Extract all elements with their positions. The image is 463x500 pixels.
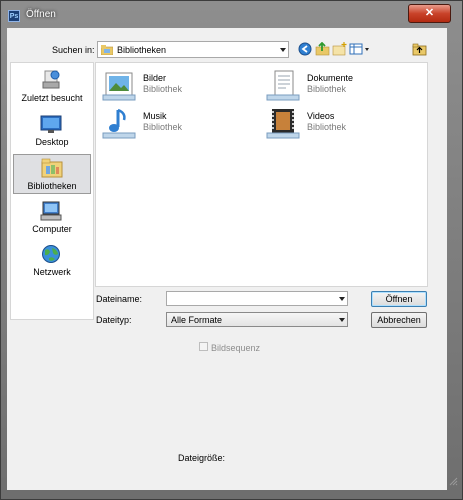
file-name: Dokumente bbox=[307, 73, 354, 83]
documents-library-icon bbox=[266, 70, 300, 102]
network-icon bbox=[40, 244, 62, 264]
file-name: Bilder bbox=[143, 73, 167, 83]
computer-icon bbox=[40, 201, 62, 221]
resize-grip-icon[interactable] bbox=[448, 476, 458, 486]
chevron-down-icon bbox=[339, 296, 345, 301]
place-label-network: Netzwerk bbox=[33, 267, 71, 277]
place-label-desktop: Desktop bbox=[35, 137, 69, 147]
close-button[interactable]: ✕ bbox=[408, 4, 451, 23]
filename-input[interactable] bbox=[166, 291, 348, 306]
lookin-value: Bibliotheken bbox=[117, 45, 167, 55]
back-icon[interactable] bbox=[298, 42, 314, 56]
lookin-dropdown[interactable]: Bibliotheken bbox=[97, 41, 289, 58]
pictures-library-icon bbox=[102, 70, 136, 102]
filename-label: Dateiname: bbox=[96, 294, 143, 304]
up-folder-icon[interactable] bbox=[315, 41, 331, 56]
filesize-label: Dateigröße: bbox=[178, 453, 226, 463]
title-bar[interactable]: Ps Öffnen ✕ bbox=[1, 1, 462, 27]
place-recent[interactable]: Zuletzt besucht bbox=[13, 67, 91, 107]
close-icon: ✕ bbox=[424, 7, 435, 19]
file-name: Musik bbox=[143, 111, 167, 121]
places-bar: Zuletzt besucht Desktop Bibliotheken Com… bbox=[10, 62, 94, 320]
file-name: Videos bbox=[307, 111, 335, 121]
place-libraries[interactable]: Bibliotheken bbox=[13, 154, 91, 194]
place-label-computer: Computer bbox=[32, 224, 72, 234]
list-item-musik[interactable]: Musik Bibliothek bbox=[102, 108, 242, 140]
file-type: Bibliothek bbox=[143, 122, 183, 132]
filetype-value: Alle Formate bbox=[171, 315, 223, 325]
new-folder-icon[interactable] bbox=[332, 42, 348, 56]
library-folder-icon bbox=[100, 45, 114, 56]
view-menu-icon[interactable] bbox=[349, 42, 371, 56]
place-label-libraries: Bibliotheken bbox=[27, 181, 77, 191]
desktop-icon bbox=[40, 114, 62, 134]
chevron-down-icon bbox=[339, 317, 345, 322]
place-label-recent: Zuletzt besucht bbox=[21, 93, 83, 103]
list-item-dokumente[interactable]: Dokumente Bibliothek bbox=[266, 70, 406, 102]
music-library-icon bbox=[102, 108, 136, 140]
filetype-label: Dateityp: bbox=[96, 315, 132, 325]
file-type: Bibliothek bbox=[307, 84, 347, 94]
file-type: Bibliothek bbox=[307, 122, 347, 132]
sequence-checkbox[interactable] bbox=[199, 342, 208, 351]
libraries-icon bbox=[41, 158, 63, 178]
videos-library-icon bbox=[266, 108, 300, 140]
chevron-down-icon bbox=[280, 47, 286, 52]
place-desktop[interactable]: Desktop bbox=[13, 111, 91, 151]
cancel-button[interactable]: Abbrechen bbox=[371, 312, 427, 328]
recent-places-icon bbox=[40, 70, 62, 90]
file-type: Bibliothek bbox=[143, 84, 183, 94]
open-button[interactable]: Öffnen bbox=[371, 291, 427, 307]
file-list: Bilder Bibliothek Dokumente Bibliothek M… bbox=[95, 62, 428, 287]
lookin-label: Suchen in: bbox=[52, 45, 95, 55]
place-network[interactable]: Netzwerk bbox=[13, 241, 91, 281]
filetype-dropdown[interactable]: Alle Formate bbox=[166, 312, 348, 327]
window-title: Öffnen bbox=[26, 9, 56, 20]
desktop-folder-icon[interactable] bbox=[412, 42, 428, 56]
list-item-videos[interactable]: Videos Bibliothek bbox=[266, 108, 406, 140]
sequence-label: Bildsequenz bbox=[211, 343, 261, 353]
dialog-body: Suchen in: Bibliotheken Zuletzt besucht bbox=[7, 28, 447, 490]
list-item-bilder[interactable]: Bilder Bibliothek bbox=[102, 70, 242, 102]
photoshop-app-icon: Ps bbox=[8, 10, 20, 22]
place-computer[interactable]: Computer bbox=[13, 198, 91, 238]
